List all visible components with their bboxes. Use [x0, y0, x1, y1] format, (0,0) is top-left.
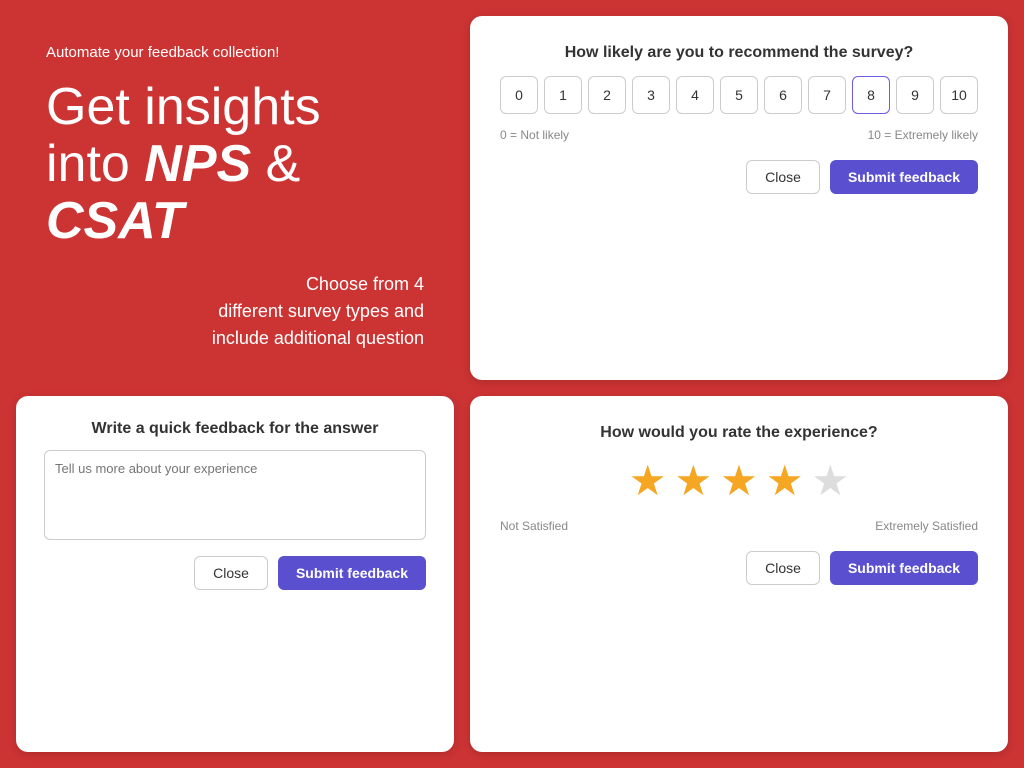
csat-label-left: Not Satisfied — [500, 519, 568, 533]
star-4[interactable]: ★ — [766, 456, 804, 505]
star-5[interactable]: ★ — [811, 456, 849, 505]
nps-btn-8[interactable]: 8 — [852, 76, 890, 114]
text-card-title: Write a quick feedback for the answer — [44, 420, 426, 438]
csat-close-button[interactable]: Close — [746, 551, 820, 585]
hero-line2: into NPS & — [46, 135, 300, 193]
star-2[interactable]: ★ — [675, 456, 713, 505]
hero-line1: Get insights — [46, 78, 321, 136]
csat-submit-button[interactable]: Submit feedback — [830, 551, 978, 585]
text-card-actions: Close Submit feedback — [44, 556, 426, 590]
nps-card: How likely are you to recommend the surv… — [470, 16, 1008, 380]
nps-numbers: 0 1 2 3 4 5 6 7 8 9 10 — [500, 76, 978, 114]
csat-card-actions: Close Submit feedback — [500, 551, 978, 585]
csat-scale-labels: Not Satisfied Extremely Satisfied — [500, 519, 978, 533]
hero-csat: CSAT — [46, 192, 184, 250]
nps-scale-labels: 0 = Not likely 10 = Extremely likely — [500, 128, 978, 142]
nps-btn-7[interactable]: 7 — [808, 76, 846, 114]
stars-row: ★ ★ ★ ★ ★ — [500, 456, 978, 505]
nps-btn-0[interactable]: 0 — [500, 76, 538, 114]
hero-tagline: Automate your feedback collection! — [46, 44, 424, 61]
nps-close-button[interactable]: Close — [746, 160, 820, 194]
nps-btn-6[interactable]: 6 — [764, 76, 802, 114]
nps-label-left: 0 = Not likely — [500, 128, 569, 142]
hero-nps: NPS — [144, 135, 251, 193]
csat-card-title: How would you rate the experience? — [500, 424, 978, 442]
nps-btn-1[interactable]: 1 — [544, 76, 582, 114]
nps-submit-button[interactable]: Submit feedback — [830, 160, 978, 194]
text-submit-button[interactable]: Submit feedback — [278, 556, 426, 590]
text-feedback-card: Write a quick feedback for the answer Cl… — [16, 396, 454, 752]
nps-btn-4[interactable]: 4 — [676, 76, 714, 114]
nps-btn-10[interactable]: 10 — [940, 76, 978, 114]
csat-card: How would you rate the experience? ★ ★ ★… — [470, 396, 1008, 752]
nps-btn-2[interactable]: 2 — [588, 76, 626, 114]
hero-subtext: Choose from 4different survey types andi… — [46, 271, 424, 352]
csat-label-right: Extremely Satisfied — [875, 519, 978, 533]
nps-btn-3[interactable]: 3 — [632, 76, 670, 114]
text-close-button[interactable]: Close — [194, 556, 268, 590]
nps-card-actions: Close Submit feedback — [500, 160, 978, 194]
nps-card-title: How likely are you to recommend the surv… — [500, 44, 978, 62]
nps-btn-9[interactable]: 9 — [896, 76, 934, 114]
feedback-textarea[interactable] — [44, 450, 426, 540]
star-3[interactable]: ★ — [720, 456, 758, 505]
star-1[interactable]: ★ — [629, 456, 667, 505]
hero-panel: Automate your feedback collection! Get i… — [16, 16, 454, 380]
hero-headline: Get insights into NPS & CSAT — [46, 79, 424, 251]
nps-label-right: 10 = Extremely likely — [868, 128, 978, 142]
nps-btn-5[interactable]: 5 — [720, 76, 758, 114]
